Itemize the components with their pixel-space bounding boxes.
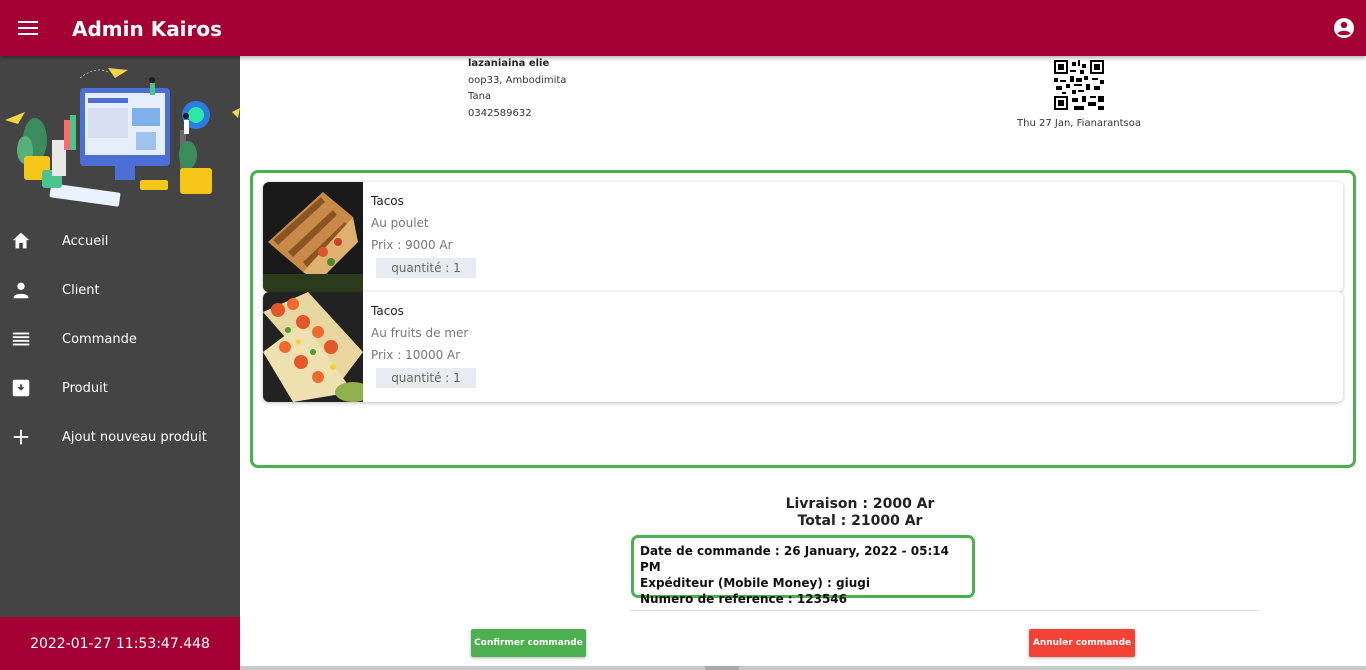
item-quantity-badge: quantité : 1 [376,258,476,278]
order-items-box: Tacos Au poulet Prix : 9000 Ar quantité … [250,170,1356,468]
cancel-order-button[interactable]: Annuler commande [1029,629,1135,657]
item-name: Tacos [371,194,404,208]
divider [630,610,1259,611]
sidebar-footer-datetime: 2022-01-27 11:53:47.448 [0,617,240,670]
client-info: lazaniaina elie oop33, Ambodimita Tana 0… [468,56,566,122]
plus-icon [13,429,29,445]
sidebar-item-label: Commande [62,331,137,347]
sidebar-item-label: Ajout nouveau produit [62,429,207,445]
order-date: Date de commande : 26 January, 2022 - 05… [640,544,950,574]
order-item-card: Tacos Au fruits de mer Prix : 10000 Ar q… [263,292,1343,402]
sidebar-item-accueil[interactable]: Accueil [0,219,240,263]
chicken-tacos-image [263,182,363,292]
client-city: Tana [468,91,492,102]
client-address: oop33, Ambodimita [468,74,567,86]
sidebar-item-label: Accueil [62,233,109,249]
payment-sender: Expéditeur (Mobile Money) : giugi [640,576,870,590]
confirm-order-button[interactable]: Confirmer commande [471,629,586,657]
order-item-card: Tacos Au poulet Prix : 9000 Ar quantité … [263,182,1343,292]
reference-number: Numero de reference : 123546 [640,592,847,606]
home-icon [12,232,30,249]
app-title: Admin Kairos [72,17,223,41]
order-total: Total : 21000 Ar [797,513,923,529]
account-circle-icon [1334,18,1354,38]
sidebar-item-ajout-produit[interactable]: Ajout nouveau produit [0,415,240,459]
item-quantity-badge: quantité : 1 [376,368,476,388]
order-totals: Livraison : 2000 Ar Total : 21000 Ar [670,496,1050,530]
item-name: Tacos [371,304,404,318]
sidebar-illustration [5,68,240,207]
seafood-tacos-image [263,292,363,402]
app-bar: Admin Kairos [0,0,1366,56]
sidebar-item-label: Produit [62,380,108,396]
sidebar-item-client[interactable]: Client [0,268,240,312]
menu-button[interactable] [12,14,44,42]
hamburger-menu-icon [18,21,38,35]
item-description: Au poulet [371,216,429,230]
qr-code-icon [1054,60,1104,110]
client-name: lazaniaina elie [468,58,550,69]
sidebar-item-commande[interactable]: Commande [0,317,240,361]
horizontal-scrollbar[interactable] [240,666,1366,670]
item-price: Prix : 10000 Ar [371,348,461,362]
person-icon [13,282,29,299]
client-phone: 0342589632 [468,107,532,119]
sidebar-item-label: Client [62,282,100,298]
item-price: Prix : 9000 Ar [371,238,453,252]
list-icon [12,332,30,346]
scrollbar-thumb[interactable] [705,666,739,670]
delivery-fee: Livraison : 2000 Ar [785,496,935,512]
archive-icon [12,379,30,397]
account-button[interactable] [1332,16,1356,40]
order-details-box: Date de commande : 26 January, 2022 - 05… [631,535,975,606]
item-description: Au fruits de mer [371,326,469,340]
sidebar-item-produit[interactable]: Produit [0,366,240,410]
main-content: lazaniaina elie oop33, Ambodimita Tana 0… [240,56,1366,670]
order-date-location: Thu 27 Jan, Fianarantsoa [1017,118,1141,129]
sidebar: Accueil Client Commande Produit Ajout no… [0,56,240,670]
